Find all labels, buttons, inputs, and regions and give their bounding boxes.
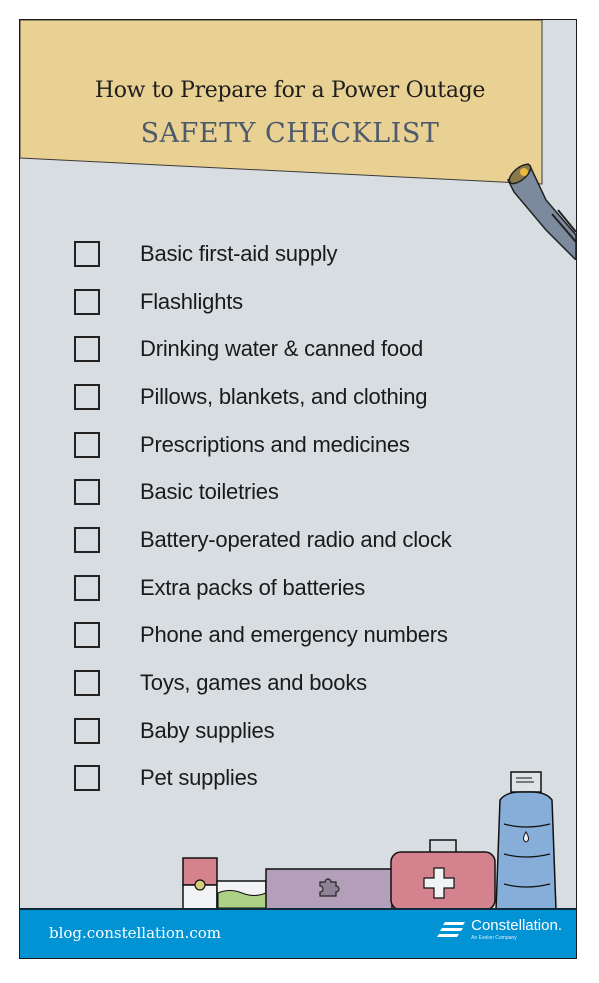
- brand-tagline: An Exelon Company: [471, 935, 517, 941]
- checklist-item-label: Flashlights: [140, 288, 243, 314]
- flashlight-icon: [507, 162, 576, 260]
- checklist-item-label: Battery-operated radio and clock: [140, 526, 452, 552]
- pill-bottle-icon: [182, 857, 218, 910]
- checkbox[interactable]: [74, 383, 100, 410]
- checklist-item-label: Extra packs of batteries: [140, 574, 366, 600]
- checklist-item[interactable]: Extra packs of batteries: [74, 564, 452, 612]
- checklist-item[interactable]: Phone and emergency numbers: [74, 612, 452, 660]
- page-subtitle: How to Prepare for a Power Outage: [94, 78, 486, 103]
- checklist-item-label: Baby supplies: [140, 717, 275, 743]
- checkbox[interactable]: [74, 717, 100, 744]
- checkbox[interactable]: [74, 288, 100, 315]
- checkbox[interactable]: [74, 240, 100, 267]
- page-title: SAFETY CHECKLIST: [140, 118, 440, 149]
- checkbox[interactable]: [74, 670, 100, 697]
- checklist-item[interactable]: Toys, games and books: [74, 659, 452, 707]
- checklist-item[interactable]: Battery-operated radio and clock: [74, 516, 452, 564]
- brand-name: Constellation.: [471, 917, 562, 934]
- checklist-item-label: Basic toiletries: [140, 479, 279, 505]
- checklist-item-label: Basic first-aid supply: [140, 240, 338, 266]
- water-jug-icon: [495, 771, 557, 911]
- checkbox[interactable]: [74, 526, 100, 553]
- checkbox[interactable]: [74, 622, 100, 649]
- constellation-logo: Constellation. An Exelon Company: [437, 918, 562, 941]
- checklist-item[interactable]: Flashlights: [74, 278, 452, 326]
- footer: blog.constellation.com Constellation. An…: [20, 908, 576, 958]
- checklist-item[interactable]: Basic toiletries: [74, 468, 452, 516]
- puzzle-box-icon: [265, 868, 393, 910]
- checkbox[interactable]: [74, 479, 100, 506]
- blog-link[interactable]: blog.constellation.com: [49, 924, 221, 942]
- checkbox[interactable]: [74, 431, 100, 458]
- checklist-item-label: Prescriptions and medicines: [140, 431, 410, 457]
- checklist-item[interactable]: Prescriptions and medicines: [74, 421, 452, 469]
- checklist-item-label: Toys, games and books: [140, 670, 367, 696]
- checklist: Basic first-aid supply Flashlights Drink…: [74, 230, 452, 802]
- checklist-item[interactable]: Baby supplies: [74, 707, 452, 755]
- checklist-item[interactable]: Basic first-aid supply: [74, 230, 452, 278]
- food-tray-icon: [216, 880, 267, 910]
- checklist-item[interactable]: Pillows, blankets, and clothing: [74, 373, 452, 421]
- checklist-card: How to Prepare for a Power Outage SAFETY…: [19, 19, 577, 959]
- checklist-item[interactable]: Drinking water & canned food: [74, 325, 452, 373]
- checklist-item-label: Drinking water & canned food: [140, 336, 424, 362]
- checklist-item-label: Phone and emergency numbers: [140, 622, 448, 648]
- checkbox[interactable]: [74, 336, 100, 363]
- first-aid-kit-icon: [390, 839, 496, 911]
- checklist-item-label: Pillows, blankets, and clothing: [140, 383, 428, 409]
- constellation-logo-icon: [437, 921, 466, 937]
- checkbox[interactable]: [74, 574, 100, 601]
- supplies-illustration: [182, 771, 557, 911]
